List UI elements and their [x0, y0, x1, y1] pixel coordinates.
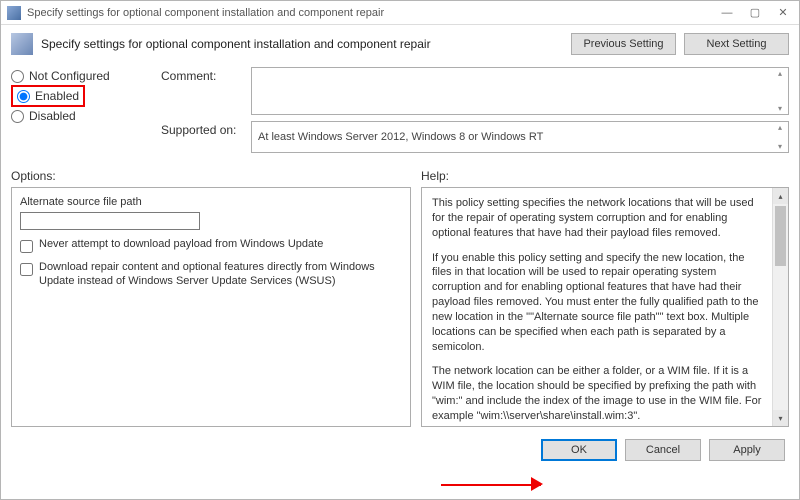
- comment-label: Comment:: [161, 67, 251, 115]
- policy-title: Specify settings for optional component …: [41, 37, 563, 51]
- help-text: This policy setting specifies the networ…: [422, 188, 772, 426]
- never-download-checkbox[interactable]: Never attempt to download payload from W…: [20, 238, 402, 253]
- never-download-input[interactable]: [20, 240, 33, 253]
- close-button[interactable]: ✕: [769, 3, 797, 23]
- help-p1: This policy setting specifies the networ…: [432, 196, 762, 241]
- supported-label: Supported on:: [161, 121, 251, 153]
- window-title: Specify settings for optional component …: [27, 7, 713, 19]
- maximize-button[interactable]: ▢: [741, 3, 769, 23]
- comment-scroll[interactable]: ▴▾: [773, 69, 787, 113]
- options-panel: Alternate source file path Never attempt…: [11, 187, 411, 427]
- help-label: Help:: [421, 169, 789, 183]
- minimize-button[interactable]: —: [713, 3, 741, 23]
- radio-disabled-label: Disabled: [29, 109, 76, 123]
- cancel-button[interactable]: Cancel: [625, 439, 701, 461]
- state-radio-group: Not Configured Enabled Disabled: [11, 67, 161, 159]
- radio-enabled[interactable]: Enabled: [17, 89, 79, 103]
- next-setting-button[interactable]: Next Setting: [684, 33, 789, 55]
- radio-enabled-label: Enabled: [35, 89, 79, 103]
- scroll-up-icon[interactable]: ▴: [773, 188, 788, 204]
- scroll-thumb[interactable]: [775, 206, 786, 266]
- supported-on-text: At least Windows Server 2012, Windows 8 …: [258, 131, 543, 143]
- radio-enabled-input[interactable]: [17, 90, 30, 103]
- wsus-checkbox[interactable]: Download repair content and optional fea…: [20, 261, 402, 289]
- supported-on-box: At least Windows Server 2012, Windows 8 …: [251, 121, 789, 153]
- policy-large-icon: [11, 33, 33, 55]
- policy-icon: [7, 6, 21, 20]
- previous-setting-button[interactable]: Previous Setting: [571, 33, 676, 55]
- scroll-track[interactable]: [773, 268, 788, 410]
- radio-not-configured-input[interactable]: [11, 70, 24, 83]
- comment-textarea[interactable]: ▴▾: [251, 67, 789, 115]
- wsus-label: Download repair content and optional fea…: [39, 261, 402, 289]
- alt-path-label: Alternate source file path: [20, 196, 402, 208]
- apply-button[interactable]: Apply: [709, 439, 785, 461]
- titlebar: Specify settings for optional component …: [1, 1, 799, 25]
- supported-scroll[interactable]: ▴▾: [773, 123, 787, 151]
- wsus-input[interactable]: [20, 263, 33, 276]
- radio-disabled-input[interactable]: [11, 110, 24, 123]
- radio-not-configured[interactable]: Not Configured: [11, 69, 161, 83]
- annotation-arrow: [441, 477, 541, 491]
- enabled-highlight: Enabled: [11, 85, 85, 107]
- help-p2: If you enable this policy setting and sp…: [432, 251, 762, 355]
- help-scrollbar[interactable]: ▴ ▾: [772, 188, 788, 426]
- alt-path-input[interactable]: [20, 212, 200, 230]
- radio-not-configured-label: Not Configured: [29, 69, 110, 83]
- never-download-label: Never attempt to download payload from W…: [39, 238, 323, 252]
- radio-disabled[interactable]: Disabled: [11, 109, 161, 123]
- ok-button[interactable]: OK: [541, 439, 617, 461]
- help-p3: The network location can be either a fol…: [432, 364, 762, 423]
- scroll-down-icon[interactable]: ▾: [773, 410, 788, 426]
- options-label: Options:: [11, 169, 411, 183]
